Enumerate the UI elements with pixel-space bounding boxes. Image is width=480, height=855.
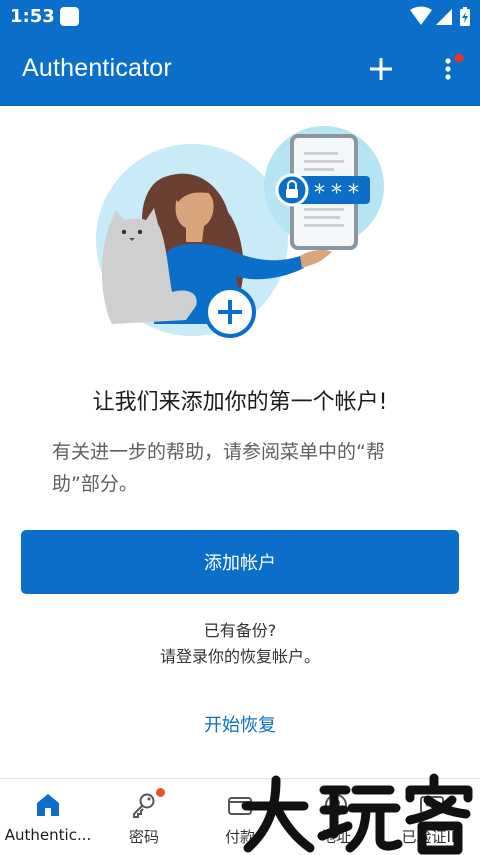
battery-icon	[460, 7, 470, 26]
help-text: 有关进一步的帮助，请参阅菜单中的“帮助”部分。	[52, 441, 385, 495]
key-icon	[133, 793, 155, 818]
nav-item-authenticator[interactable]: Authentic...	[0, 779, 96, 855]
hero-illustration: ***	[96, 126, 384, 338]
passwords-badge	[156, 788, 165, 797]
notification-icon	[60, 7, 79, 26]
plus-icon	[370, 58, 392, 80]
nav-item-passwords[interactable]: 密码	[96, 779, 192, 855]
nav-label-passwords: 密码	[128, 828, 159, 846]
nav-label-authenticator: Authentic...	[4, 826, 92, 844]
more-options-button[interactable]	[436, 52, 464, 86]
app-bar: Authenticator	[0, 34, 480, 106]
status-bar: 1:53	[0, 0, 480, 34]
status-icons	[410, 6, 470, 26]
password-mask-text: ***	[314, 181, 365, 206]
add-account-toolbar-button[interactable]	[366, 54, 396, 84]
wifi-icon	[410, 6, 432, 25]
app-title: Authenticator	[22, 54, 172, 82]
backup-question-line1: 已有备份?	[203, 621, 277, 640]
home-icon	[37, 794, 59, 816]
onboarding-headline: 让我们来添加你的第一个帐户!	[92, 390, 388, 415]
backup-question: 已有备份? 请登录你的恢复帐户。	[0, 618, 480, 670]
watermark-logo	[241, 773, 473, 855]
add-account-button[interactable]: 添加帐户	[21, 530, 459, 594]
backup-question-line2: 请登录你的恢复帐户。	[159, 647, 320, 666]
status-time: 1:53	[10, 6, 55, 27]
begin-recovery-link[interactable]: 开始恢复	[0, 711, 480, 737]
signal-icon	[436, 9, 452, 25]
more-vertical-icon	[445, 53, 464, 80]
